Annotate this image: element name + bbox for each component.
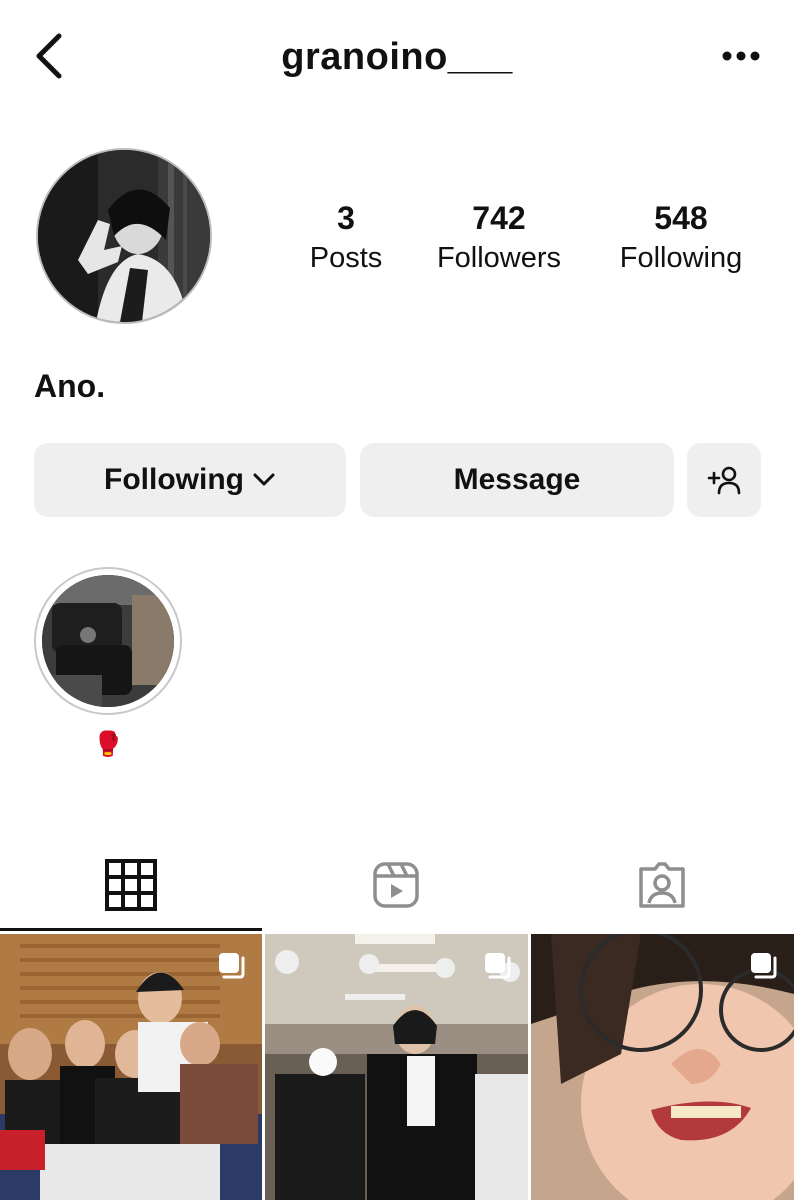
- posts-label: Posts: [309, 242, 383, 274]
- following-button[interactable]: Following: [34, 443, 346, 517]
- suggested-users-button[interactable]: [687, 443, 761, 517]
- highlight-cover: [42, 575, 174, 707]
- tagged-person-icon: [639, 862, 685, 908]
- message-button-label: Message: [453, 463, 581, 496]
- message-button[interactable]: Message: [360, 443, 674, 517]
- following-count: 548: [654, 200, 708, 236]
- multiple-photos-icon: [219, 953, 245, 979]
- post-thumbnail[interactable]: [0, 934, 262, 1200]
- reels-icon: [373, 862, 419, 908]
- posts-stat[interactable]: 3 Posts: [296, 200, 396, 278]
- ellipsis-icon: [722, 51, 760, 61]
- profile-name: Ano.: [34, 368, 106, 404]
- post-thumbnail[interactable]: [265, 934, 528, 1200]
- avatar-photo: [38, 150, 210, 322]
- tab-posts-grid[interactable]: [0, 840, 262, 930]
- active-tab-indicator: [0, 928, 262, 931]
- tab-reels[interactable]: [264, 840, 528, 930]
- multiple-photos-icon: [751, 953, 777, 979]
- followers-stat[interactable]: 742 Followers: [424, 200, 574, 278]
- posts-count: 3: [337, 200, 355, 236]
- profile-avatar[interactable]: [36, 148, 212, 324]
- story-highlight[interactable]: [34, 567, 182, 715]
- tab-tagged[interactable]: [530, 840, 794, 930]
- grid-icon: [105, 859, 157, 911]
- following-label: Following: [619, 242, 743, 274]
- profile-username: granoino___: [281, 36, 513, 78]
- add-person-icon: [707, 466, 741, 495]
- chevron-down-icon: [253, 473, 275, 486]
- more-options-button[interactable]: [716, 38, 766, 74]
- followers-count: 742: [472, 200, 526, 236]
- followers-label: Followers: [436, 242, 562, 274]
- multiple-photos-icon: [485, 953, 511, 979]
- following-stat[interactable]: 548 Following: [606, 200, 756, 278]
- following-button-label: Following: [104, 463, 244, 496]
- highlight-label: 🥊: [93, 731, 123, 758]
- post-thumbnail[interactable]: [531, 934, 794, 1200]
